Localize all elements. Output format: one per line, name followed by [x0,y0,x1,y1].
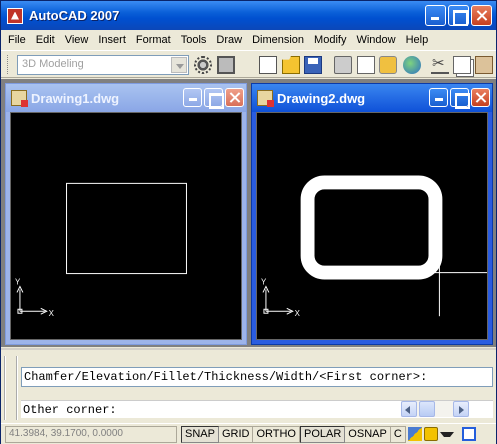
menu-file[interactable]: File [1,34,31,46]
menu-edit[interactable]: Edit [31,34,60,46]
toolbar-lock-icon[interactable] [423,427,438,441]
plot-icon[interactable] [334,56,352,74]
save-icon[interactable] [304,56,322,74]
coordinates-display[interactable]: 41.3984, 39.1700, 0.0000 [5,425,177,443]
drawing2-graphics: Y X [261,175,487,318]
snap-toggle[interactable]: SNAP [181,425,219,443]
ucs-icon: Y X [15,277,55,318]
scroll-left-icon[interactable] [401,401,417,417]
drawn-rectangle[interactable] [66,182,187,275]
command-history: Chamfer/Elevation/Fillet/Thickness/Width… [21,367,493,387]
menu-bar: File Edit View Insert Format Tools Draw … [1,30,496,49]
drawing2-minimize-button[interactable] [429,88,448,107]
drawing2-close-button[interactable] [471,88,490,107]
drawing2-title-bar[interactable]: Drawing2.dwg [252,84,492,112]
workspace-value: 3D Modeling [22,58,84,70]
pick-icon[interactable] [217,56,235,74]
ucs-icon: Y X [261,277,301,318]
command-horizontal-scrollbar[interactable] [401,401,469,417]
window-title: AutoCAD 2007 [29,8,120,23]
drawing2-canvas[interactable]: Y X [256,112,488,340]
maximize-button[interactable] [448,5,469,26]
menu-modify[interactable]: Modify [309,34,351,46]
standard-toolbar: 3D Modeling [1,50,496,78]
close-button[interactable] [471,5,492,26]
new-icon[interactable] [259,56,277,74]
publish-icon[interactable] [379,56,397,74]
menu-dimension[interactable]: Dimension [247,34,309,46]
command-line-panel: Chamfer/Elevation/Fillet/Thickness/Width… [1,348,496,423]
drawing1-title-bar[interactable]: Drawing1.dwg [6,84,246,112]
ucs-y-label: Y [261,277,267,286]
ucs-x-label: X [295,309,301,318]
clean-screen-icon[interactable] [461,427,476,441]
osnap-toggle[interactable]: OSNAP [345,425,391,443]
drawing-file-icon [11,90,28,107]
drawing1-graphics: Y X [15,182,187,318]
minimize-button[interactable] [425,5,446,26]
polar-toggle[interactable]: POLAR [300,425,346,443]
status-menu-arrow-icon[interactable] [440,427,454,441]
drawing-file-icon [257,90,274,107]
drawing1-window[interactable]: Drawing1.dwg Y X [5,83,247,345]
drawing1-canvas[interactable]: Y X [10,112,242,340]
status-bar: 41.3984, 39.1700, 0.0000 SNAP GRID ORTHO… [1,423,496,444]
ucs-x-label: X [49,309,55,318]
mdi-workspace: Drawing1.dwg Y X Drawing2.dwg Y X [1,79,496,347]
drawing2-title: Drawing2.dwg [277,90,366,106]
drawn-polyline-rectangle[interactable] [300,175,443,280]
web-icon[interactable] [403,56,421,74]
toolbar-grip[interactable] [7,55,10,74]
ucs-y-label: Y [15,277,21,286]
grid-toggle[interactable]: GRID [218,425,254,443]
workspace-dropdown[interactable]: 3D Modeling [17,55,189,75]
otrack-toggle[interactable]: C [390,425,406,443]
menu-window[interactable]: Window [351,34,400,46]
workspace-settings-icon[interactable] [194,56,212,74]
command-panel-grip[interactable] [4,356,18,420]
menu-insert[interactable]: Insert [93,34,131,46]
cut-icon[interactable] [431,54,449,74]
paste-icon[interactable] [475,56,493,74]
menu-view[interactable]: View [60,34,94,46]
drawing1-title: Drawing1.dwg [31,90,120,106]
drawing1-minimize-button[interactable] [183,88,202,107]
menu-help[interactable]: Help [401,34,434,46]
plot-preview-icon[interactable] [357,56,375,74]
drawing2-maximize-button[interactable] [450,88,470,109]
open-icon[interactable] [282,56,300,74]
autocad-window: AutoCAD 2007 File Edit View Insert Forma… [0,0,497,444]
drawing1-maximize-button[interactable] [204,88,224,109]
title-bar[interactable]: AutoCAD 2007 [1,1,496,30]
drawing1-close-button[interactable] [225,88,244,107]
copy-icon[interactable] [453,56,471,74]
scroll-right-icon[interactable] [453,401,469,417]
menu-format[interactable]: Format [131,34,176,46]
communication-center-icon[interactable] [407,427,422,441]
scroll-thumb[interactable] [419,401,435,417]
menu-draw[interactable]: Draw [211,34,247,46]
chevron-down-icon[interactable] [171,57,187,73]
autocad-logo-icon[interactable] [7,7,23,24]
command-prompt: Other corner: [23,403,117,417]
drawing2-window[interactable]: Drawing2.dwg Y X [251,83,493,345]
ortho-toggle[interactable]: ORTHO [253,425,300,443]
menu-tools[interactable]: Tools [176,34,212,46]
